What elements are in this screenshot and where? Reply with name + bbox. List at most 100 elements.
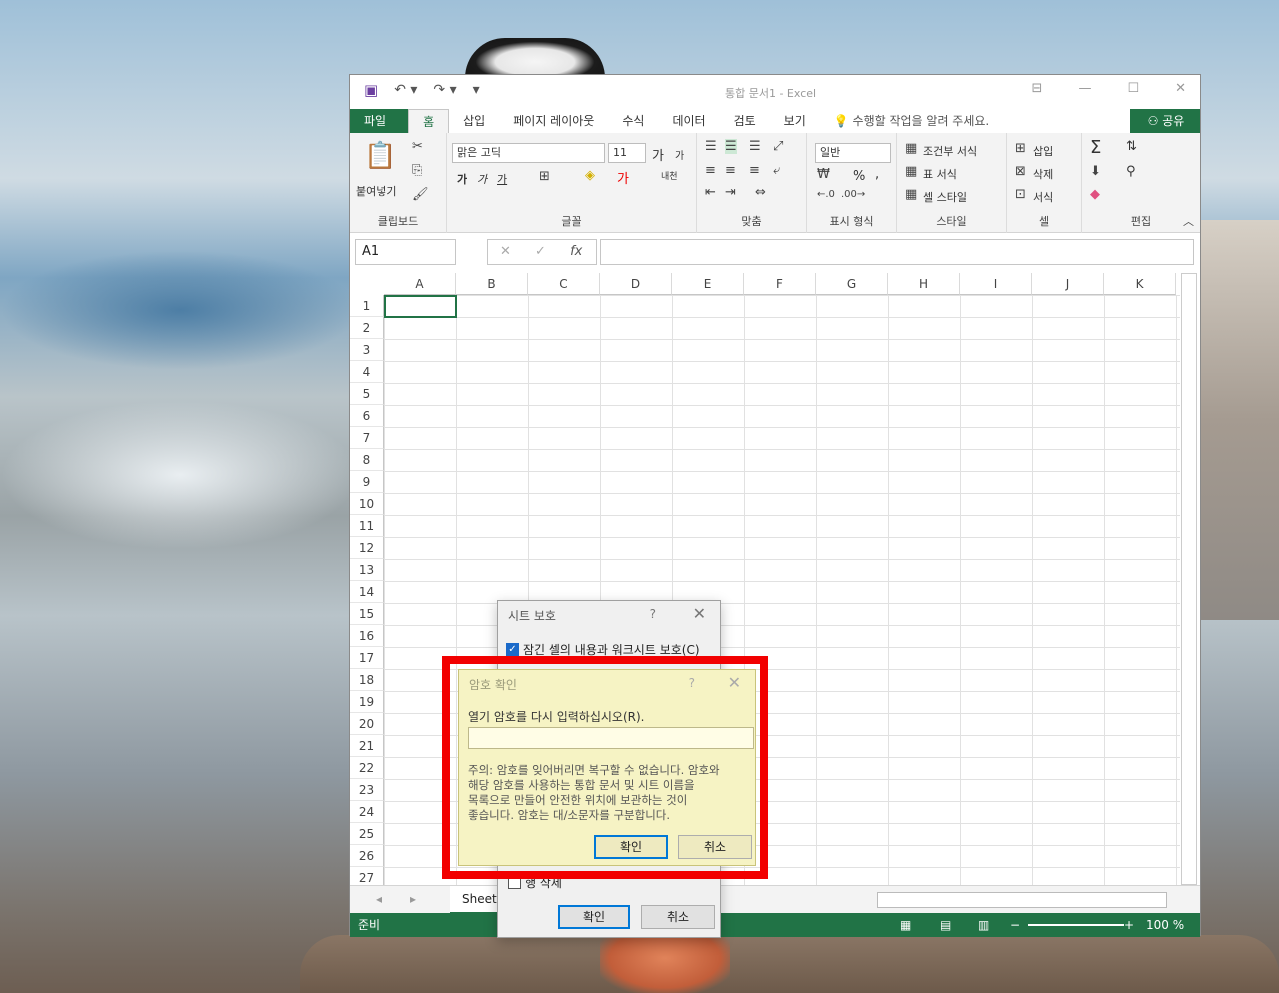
align-bottom-icon[interactable]: ☰ bbox=[749, 139, 761, 154]
normal-view-icon[interactable]: ▦ bbox=[900, 913, 911, 937]
align-left-icon[interactable]: ≡ bbox=[705, 163, 716, 178]
shrink-font-button[interactable]: 가 bbox=[675, 147, 684, 162]
cell-styles-icon[interactable]: ▦ bbox=[905, 187, 917, 202]
merge-center-icon[interactable]: ⇔ bbox=[755, 185, 766, 200]
row-header[interactable]: 17 bbox=[350, 647, 384, 669]
enter-icon[interactable]: ✓ bbox=[535, 244, 546, 259]
fill-color-icon[interactable]: ◈ bbox=[585, 168, 595, 183]
share-button[interactable]: ⚇ 공유 bbox=[1132, 109, 1200, 133]
minimize-icon[interactable]: — bbox=[1078, 81, 1091, 96]
vertical-scrollbar[interactable] bbox=[1181, 273, 1197, 885]
row-header[interactable]: 4 bbox=[350, 361, 384, 383]
redo-icon[interactable]: ↷ ▾ bbox=[433, 82, 456, 98]
save-icon[interactable]: ▣ bbox=[364, 81, 378, 99]
row-header[interactable]: 1 bbox=[350, 295, 384, 317]
protect-cancel-button[interactable]: 취소 bbox=[641, 905, 715, 929]
row-header[interactable]: 15 bbox=[350, 603, 384, 625]
find-select-icon[interactable]: ⚲ bbox=[1126, 164, 1136, 179]
maximize-icon[interactable]: ☐ bbox=[1127, 81, 1139, 96]
zoom-slider[interactable] bbox=[1028, 924, 1124, 926]
column-header[interactable]: G bbox=[816, 273, 888, 295]
column-header[interactable]: C bbox=[528, 273, 600, 295]
insert-function-icon[interactable]: fx bbox=[570, 244, 582, 259]
row-header[interactable]: 2 bbox=[350, 317, 384, 339]
row-header[interactable]: 6 bbox=[350, 405, 384, 427]
password-input[interactable] bbox=[468, 727, 754, 749]
protect-ok-button[interactable]: 확인 bbox=[558, 905, 630, 929]
customize-qat-icon[interactable]: ▾ bbox=[473, 82, 480, 98]
help-icon[interactable]: ? bbox=[689, 676, 695, 690]
row-header[interactable]: 25 bbox=[350, 823, 384, 845]
column-header[interactable]: E bbox=[672, 273, 744, 295]
column-header[interactable]: K bbox=[1104, 273, 1176, 295]
grow-font-button[interactable]: 가 bbox=[652, 145, 664, 164]
underline-button[interactable]: 가 bbox=[497, 171, 507, 187]
row-header[interactable]: 16 bbox=[350, 625, 384, 647]
cell-styles-button[interactable]: 셀 스타일 bbox=[923, 189, 967, 205]
row-header[interactable]: 5 bbox=[350, 383, 384, 405]
clear-icon[interactable]: ◆ bbox=[1090, 187, 1100, 202]
format-cells-icon[interactable]: ⊡ bbox=[1015, 187, 1026, 202]
phonetic-button[interactable]: 내천 bbox=[661, 169, 678, 182]
zoom-level[interactable]: 100 % bbox=[1146, 913, 1184, 937]
format-cells-button[interactable]: 서식 bbox=[1033, 189, 1053, 205]
tab-home[interactable]: 홈 bbox=[408, 109, 450, 133]
font-size-select[interactable]: 11 bbox=[608, 143, 646, 163]
row-header[interactable]: 23 bbox=[350, 779, 384, 801]
align-middle-icon[interactable]: ☰ bbox=[725, 139, 737, 154]
formula-bar[interactable] bbox=[600, 239, 1194, 265]
column-header[interactable]: J bbox=[1032, 273, 1104, 295]
close-icon[interactable]: ✕ bbox=[728, 673, 741, 692]
conditional-format-button[interactable]: 조건부 서식 bbox=[923, 143, 977, 159]
column-header[interactable]: F bbox=[744, 273, 816, 295]
confirm-cancel-button[interactable]: 취소 bbox=[678, 835, 752, 859]
format-table-icon[interactable]: ▦ bbox=[905, 164, 917, 179]
format-painter-icon[interactable]: 🖌 bbox=[412, 187, 429, 202]
row-header[interactable]: 3 bbox=[350, 339, 384, 361]
row-header[interactable]: 18 bbox=[350, 669, 384, 691]
zoom-in-icon[interactable]: + bbox=[1124, 913, 1134, 937]
tab-file[interactable]: 파일 bbox=[350, 109, 401, 133]
column-header[interactable]: I bbox=[960, 273, 1032, 295]
tab-insert[interactable]: 삽입 bbox=[449, 109, 499, 133]
close-icon[interactable]: ✕ bbox=[1175, 81, 1186, 96]
cancel-entry-icon[interactable]: ✕ bbox=[500, 244, 511, 259]
italic-button[interactable]: 가 bbox=[477, 171, 487, 187]
align-right-icon[interactable]: ≡ bbox=[749, 163, 760, 178]
font-color-icon[interactable]: 가 bbox=[617, 168, 629, 187]
percent-button[interactable]: % bbox=[853, 169, 865, 184]
row-header[interactable]: 13 bbox=[350, 559, 384, 581]
insert-cells-icon[interactable]: ⊞ bbox=[1015, 141, 1026, 156]
currency-icon[interactable]: ₩ bbox=[817, 167, 830, 182]
row-header[interactable]: 11 bbox=[350, 515, 384, 537]
border-icon[interactable]: ⊞ bbox=[539, 169, 550, 184]
paste-icon[interactable]: 📋 bbox=[364, 141, 396, 171]
undo-icon[interactable]: ↶ ▾ bbox=[394, 82, 417, 98]
next-sheet-icon[interactable]: ▸ bbox=[410, 892, 416, 906]
tab-view[interactable]: 보기 bbox=[770, 109, 820, 133]
row-header[interactable]: 12 bbox=[350, 537, 384, 559]
row-header[interactable]: 10 bbox=[350, 493, 384, 515]
collapse-ribbon-icon[interactable]: ︿ bbox=[1183, 213, 1194, 229]
column-header[interactable]: D bbox=[600, 273, 672, 295]
font-name-select[interactable]: 맑은 고딕 bbox=[452, 143, 605, 163]
orientation-icon[interactable]: ⤢ bbox=[773, 139, 783, 154]
row-header[interactable]: 21 bbox=[350, 735, 384, 757]
help-icon[interactable]: ? bbox=[650, 607, 656, 621]
format-table-button[interactable]: 표 서식 bbox=[923, 166, 957, 182]
row-header[interactable]: 7 bbox=[350, 427, 384, 449]
row-header[interactable]: 14 bbox=[350, 581, 384, 603]
column-header[interactable]: B bbox=[456, 273, 528, 295]
wrap-text-icon[interactable]: ⤶ bbox=[773, 163, 780, 178]
row-header[interactable]: 19 bbox=[350, 691, 384, 713]
column-header[interactable]: A bbox=[384, 273, 456, 295]
cut-icon[interactable]: ✂ bbox=[412, 139, 423, 154]
increase-indent-icon[interactable]: ⇥ bbox=[725, 185, 736, 200]
align-center-icon[interactable]: ≡ bbox=[725, 163, 736, 178]
confirm-ok-button[interactable]: 확인 bbox=[594, 835, 668, 859]
name-box[interactable]: A1 bbox=[355, 239, 456, 265]
bold-button[interactable]: 가 bbox=[457, 171, 467, 187]
ribbon-display-icon[interactable]: ⊟ bbox=[1032, 81, 1043, 96]
column-header[interactable]: H bbox=[888, 273, 960, 295]
paste-button[interactable]: 붙여넣기 bbox=[356, 183, 396, 199]
